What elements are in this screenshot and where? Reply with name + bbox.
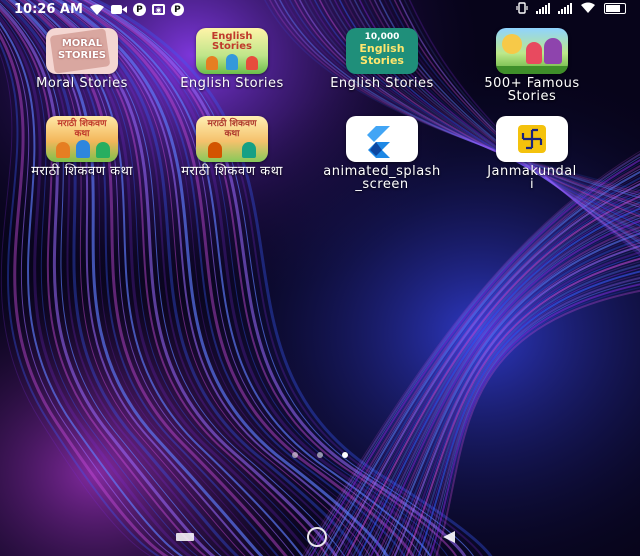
app-janmakundali[interactable]: Janmakundali bbox=[467, 116, 597, 191]
app-label: Moral Stories bbox=[36, 76, 128, 91]
status-time: 10:26 AM bbox=[14, 2, 83, 17]
app-label: 500+ Famous Stories bbox=[484, 76, 580, 104]
navigation-bar bbox=[0, 526, 640, 556]
app-marathi-shikavan-katha[interactable]: मराठी शिकवण कथा मराठी शिकवण कथा bbox=[17, 116, 147, 178]
moral-stories-book-icon: MORAL STORIES bbox=[46, 28, 118, 74]
battery-icon bbox=[604, 2, 626, 14]
icon-text-line: कथा bbox=[224, 129, 240, 139]
icon-text-line: STORIES bbox=[58, 50, 106, 61]
marathi-stories-2-icon: मराठी शिकवण कथा bbox=[196, 116, 268, 162]
page-dot[interactable] bbox=[292, 452, 298, 458]
icon-text-line: Stories bbox=[212, 41, 252, 52]
wifi-icon bbox=[89, 4, 105, 16]
famous-stories-cartoon-icon bbox=[496, 28, 568, 74]
home-button[interactable] bbox=[304, 526, 330, 548]
video-call-icon bbox=[110, 4, 127, 15]
icon-text-line: English bbox=[359, 42, 405, 55]
vibrate-icon bbox=[516, 2, 528, 14]
app-label: मराठी शिकवण कथा bbox=[31, 164, 133, 179]
parking-p-icon-2: P bbox=[170, 3, 184, 16]
icon-text-line: Stories bbox=[360, 54, 404, 67]
app-animated-splash-screen[interactable]: animated_splash_screen bbox=[317, 116, 447, 191]
app-label: English Stories bbox=[180, 76, 284, 91]
app-english-stories-10000[interactable]: 10,000 English Stories English Stories bbox=[317, 28, 447, 90]
wifi-icon-2 bbox=[580, 2, 596, 14]
flutter-logo-icon bbox=[346, 116, 418, 162]
recents-icon bbox=[176, 533, 194, 541]
screen-record-icon: ◉ bbox=[151, 4, 165, 15]
signal-icon bbox=[536, 2, 550, 14]
app-500-famous-stories[interactable]: 500+ Famous Stories bbox=[467, 28, 597, 103]
home-icon bbox=[307, 527, 327, 547]
marathi-stories-icon: मराठी शिकवण कथा bbox=[46, 116, 118, 162]
english-stories-teal-icon: 10,000 English Stories bbox=[346, 28, 418, 74]
page-dot-active[interactable] bbox=[342, 452, 348, 458]
page-dot[interactable] bbox=[317, 452, 323, 458]
status-bar-right bbox=[516, 2, 626, 14]
app-marathi-shikavan-katha-2[interactable]: मराठी शिकवण कथा मराठी शिकवण कथा bbox=[167, 116, 297, 178]
janmakundali-swastik-icon bbox=[496, 116, 568, 162]
app-label: मराठी शिकवण कथा bbox=[181, 164, 283, 179]
app-english-stories[interactable]: English Stories English Stories bbox=[167, 28, 297, 90]
recents-button[interactable] bbox=[172, 530, 198, 544]
app-label: Janmakundali bbox=[487, 164, 577, 192]
parking-p-icon: P bbox=[132, 3, 146, 16]
app-moral-stories[interactable]: MORAL STORIES Moral Stories bbox=[17, 28, 147, 90]
app-label: animated_splash_screen bbox=[323, 164, 441, 192]
status-bar-left: 10:26 AM P ◉ P bbox=[14, 2, 184, 17]
icon-text-line: MORAL bbox=[61, 38, 103, 49]
icon-text-line: कथा bbox=[74, 129, 90, 139]
signal-icon-2 bbox=[558, 2, 572, 14]
back-triangle-icon bbox=[443, 531, 455, 543]
back-button[interactable] bbox=[436, 528, 462, 546]
app-label: English Stories bbox=[330, 76, 434, 91]
english-stories-kids-icon: English Stories bbox=[196, 28, 268, 74]
status-bar: 10:26 AM P ◉ P bbox=[0, 0, 640, 20]
